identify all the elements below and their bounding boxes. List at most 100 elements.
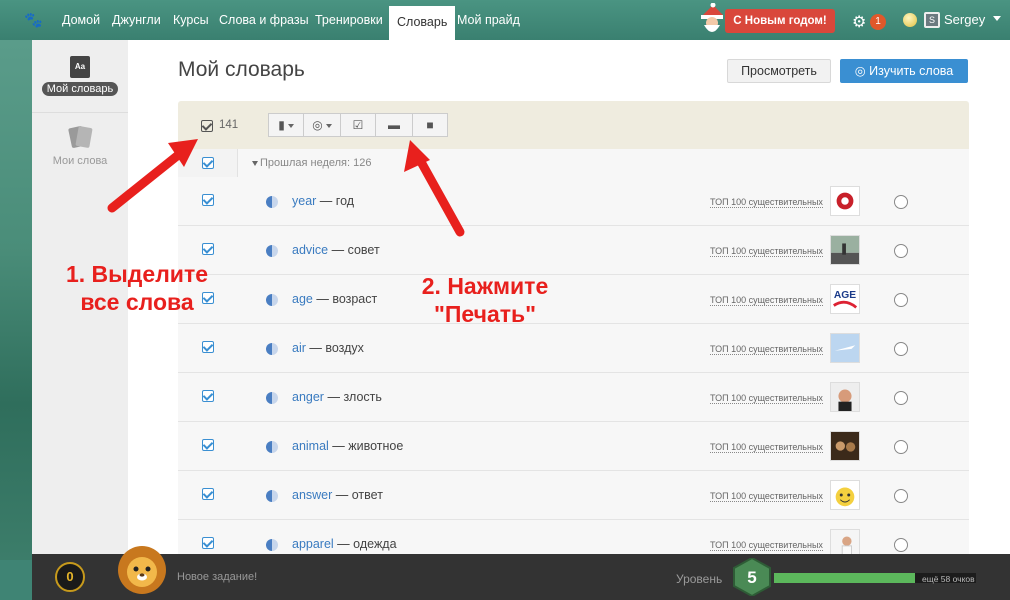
learned-radio[interactable] — [894, 489, 908, 503]
word-row[interactable]: advice — совет ТОП 100 существительных — [178, 226, 969, 275]
english-word[interactable]: anger — [292, 390, 324, 404]
word-checkbox[interactable] — [202, 390, 214, 402]
word-set-button[interactable]: ▮ — [268, 113, 304, 137]
speaker-icon[interactable] — [266, 392, 278, 404]
group-checkbox[interactable] — [202, 157, 214, 169]
word-entry[interactable]: answer — ответ — [292, 488, 383, 502]
word-checkbox[interactable] — [202, 194, 214, 206]
sidebar-item-label: Мои слова — [52, 155, 108, 167]
select-all-checkbox[interactable] — [201, 120, 213, 132]
word-entry[interactable]: anger — злость — [292, 390, 382, 404]
speaker-icon[interactable] — [266, 490, 278, 502]
notifications-icon[interactable]: ⚙ — [852, 12, 866, 32]
thumbnail-image — [831, 236, 859, 264]
annotation-step1: 1. Выделите все слова — [52, 260, 222, 316]
nav-my-pride[interactable]: Мой прайд — [455, 0, 522, 40]
word-set-tag[interactable]: ТОП 100 существительных — [710, 197, 823, 208]
learned-radio[interactable] — [894, 293, 908, 307]
lightbulb-icon[interactable] — [903, 13, 917, 27]
learned-radio[interactable] — [894, 391, 908, 405]
word-thumbnail[interactable] — [830, 382, 860, 412]
word-row[interactable]: year — год ТОП 100 существительных — [178, 177, 969, 226]
english-word[interactable]: air — [292, 341, 306, 355]
word-set-tag[interactable]: ТОП 100 существительных — [710, 540, 823, 551]
word-checkbox[interactable] — [202, 243, 214, 255]
learned-radio[interactable] — [894, 440, 908, 454]
speaker-icon[interactable] — [266, 441, 278, 453]
word-thumbnail[interactable]: AGE — [830, 284, 860, 314]
learned-radio[interactable] — [894, 244, 908, 258]
word-entry[interactable]: age — возраст — [292, 292, 377, 306]
word-set-tag[interactable]: ТОП 100 существительных — [710, 491, 823, 502]
word-set-tag[interactable]: ТОП 100 существительных — [710, 442, 823, 453]
sidebar-item-my-dictionary[interactable]: Aa Мой словарь — [32, 48, 128, 112]
chevron-down-icon[interactable] — [252, 161, 258, 166]
word-set-tag[interactable]: ТОП 100 существительных — [710, 393, 823, 404]
group-header[interactable]: Прошлая неделя: 126 — [178, 149, 969, 177]
speaker-icon[interactable] — [266, 196, 278, 208]
mark-learned-button[interactable]: ☑ — [340, 113, 376, 137]
nav-trainings[interactable]: Тренировки — [313, 0, 385, 40]
lion-mascot-icon[interactable] — [112, 542, 172, 600]
word-row[interactable]: anger — злость ТОП 100 существительных — [178, 373, 969, 422]
print-button[interactable]: ▬ — [375, 113, 413, 137]
word-row[interactable]: animal — животное ТОП 100 существительных — [178, 422, 969, 471]
sidebar-item-my-words[interactable]: Мои слова — [32, 125, 128, 167]
word-entry[interactable]: air — воздух — [292, 341, 364, 355]
word-entry[interactable]: animal — животное — [292, 439, 403, 453]
word-entry[interactable]: apparel — одежда — [292, 537, 397, 551]
word-thumbnail[interactable] — [830, 480, 860, 510]
nav-home[interactable]: Домой — [60, 0, 102, 40]
english-word[interactable]: apparel — [292, 537, 334, 551]
word-row[interactable]: air — воздух ТОП 100 существительных — [178, 324, 969, 373]
word-checkbox[interactable] — [202, 537, 214, 549]
word-set-tag[interactable]: ТОП 100 существительных — [710, 295, 823, 306]
english-word[interactable]: advice — [292, 243, 328, 257]
speaker-icon[interactable] — [266, 245, 278, 257]
learned-radio[interactable] — [894, 195, 908, 209]
english-word[interactable]: animal — [292, 439, 329, 453]
new-year-badge[interactable]: С Новым годом! — [725, 9, 835, 33]
training-button[interactable]: ◎ — [303, 113, 341, 137]
separator-dash: — — [328, 243, 348, 257]
nav-courses[interactable]: Курсы — [171, 0, 211, 40]
word-set-tag[interactable]: ТОП 100 существительных — [710, 344, 823, 355]
word-row[interactable]: answer — ответ ТОП 100 существительных — [178, 471, 969, 520]
paw-logo-icon[interactable]: 🐾 — [24, 11, 43, 29]
word-thumbnail[interactable] — [830, 235, 860, 265]
word-thumbnail[interactable] — [830, 431, 860, 461]
english-word[interactable]: year — [292, 194, 316, 208]
new-task-link[interactable]: Новое задание! — [177, 571, 257, 583]
word-thumbnail[interactable] — [830, 186, 860, 216]
separator-dash: — — [316, 194, 336, 208]
nav-jungle[interactable]: Джунгли — [110, 0, 163, 40]
learned-radio[interactable] — [894, 538, 908, 552]
points-remaining: ещё 58 очков — [922, 574, 975, 584]
word-entry[interactable]: advice — совет — [292, 243, 380, 257]
word-set-tag[interactable]: ТОП 100 существительных — [710, 246, 823, 257]
word-checkbox[interactable] — [202, 341, 214, 353]
username[interactable]: Sergey — [944, 0, 985, 40]
english-word[interactable]: answer — [292, 488, 332, 502]
speaker-icon[interactable] — [266, 294, 278, 306]
word-entry[interactable]: year — год — [292, 194, 354, 208]
annotation-step1-line1: 1. Выделите — [65, 261, 209, 287]
nav-dictionary[interactable]: Словарь — [389, 6, 456, 40]
coins-counter[interactable]: 0 — [55, 562, 85, 592]
word-thumbnail[interactable] — [830, 333, 860, 363]
english-word[interactable]: age — [292, 292, 313, 306]
view-button[interactable]: Просмотреть — [727, 59, 831, 83]
learn-words-button[interactable]: ◎ Изучить слова — [840, 59, 968, 83]
delete-button[interactable]: ■ — [412, 113, 448, 137]
word-checkbox[interactable] — [202, 488, 214, 500]
notification-count-badge[interactable]: 1 — [870, 14, 886, 30]
chevron-down-icon[interactable] — [993, 16, 1001, 21]
word-checkbox[interactable] — [202, 439, 214, 451]
nav-words-phrases[interactable]: Слова и фразы — [217, 0, 311, 40]
speaker-icon[interactable] — [266, 343, 278, 355]
word-row[interactable]: age — возраст ТОП 100 существительных AGE — [178, 275, 969, 324]
chevron-down-icon — [325, 123, 332, 128]
speaker-icon[interactable] — [266, 539, 278, 551]
learned-radio[interactable] — [894, 342, 908, 356]
profile-icon[interactable]: S — [924, 12, 940, 28]
